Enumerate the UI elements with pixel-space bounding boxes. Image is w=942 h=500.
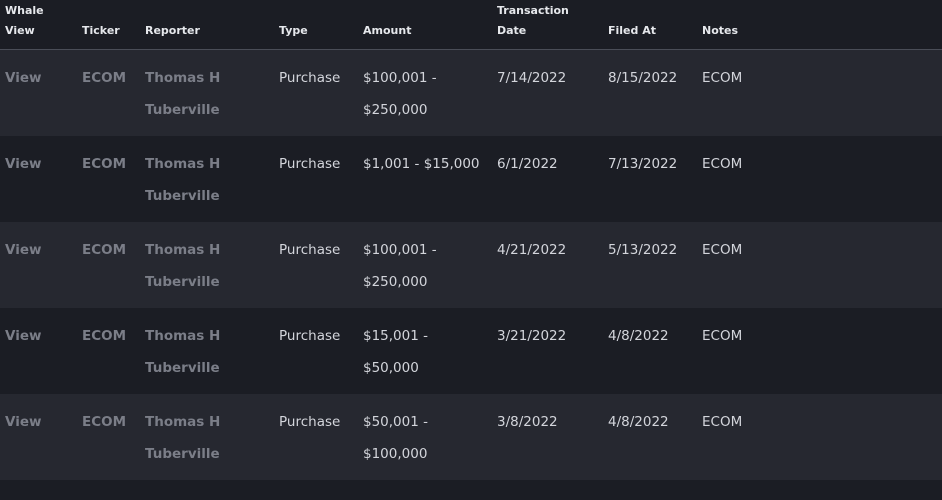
header-ticker[interactable]: Ticker: [82, 21, 120, 41]
transaction-date-cell: 3/21/2022: [497, 328, 567, 344]
transaction-date-cell: 7/14/2022: [497, 70, 567, 86]
table-row: View ECOM Thomas H Tuberville Purchase $…: [0, 50, 942, 136]
ticker-link[interactable]: ECOM: [82, 148, 126, 180]
header-whale-view[interactable]: Whale View: [5, 1, 65, 41]
type-cell: Purchase: [279, 242, 341, 258]
header-type[interactable]: Type: [279, 21, 308, 41]
ticker-link[interactable]: ECOM: [82, 320, 126, 352]
notes-cell: ECOM: [702, 414, 743, 430]
ticker-link[interactable]: ECOM: [82, 62, 126, 94]
table-row: View ECOM Thomas H Tuberville Purchase $…: [0, 308, 942, 394]
type-cell: Purchase: [279, 414, 341, 430]
amount-cell: $1,001 - $15,000: [363, 156, 480, 172]
header-notes[interactable]: Notes: [702, 21, 738, 41]
transaction-date-cell: 6/1/2022: [497, 156, 558, 172]
notes-cell: ECOM: [702, 156, 743, 172]
amount-cell: $100,001 - $250,000: [363, 242, 437, 290]
header-amount[interactable]: Amount: [363, 21, 411, 41]
type-cell: Purchase: [279, 156, 341, 172]
filed-at-cell: 8/15/2022: [608, 70, 678, 86]
notes-cell: ECOM: [702, 70, 743, 86]
reporter-link[interactable]: Thomas H Tuberville: [145, 406, 235, 470]
amount-cell: $15,001 - $50,000: [363, 328, 428, 376]
table-row: View ECOM Thomas H Tuberville Purchase $…: [0, 222, 942, 308]
ticker-link[interactable]: ECOM: [82, 406, 126, 438]
reporter-link[interactable]: Thomas H Tuberville: [145, 148, 235, 212]
header-transaction-date[interactable]: Transaction Date: [497, 1, 587, 41]
view-link[interactable]: View: [5, 148, 41, 180]
table-header: Whale View Ticker Reporter Type Amount T…: [0, 0, 942, 50]
amount-cell: $50,001 - $100,000: [363, 414, 428, 462]
view-link[interactable]: View: [5, 320, 41, 352]
table-row: View ECOM Thomas H Tuberville Purchase $…: [0, 136, 942, 222]
reporter-link[interactable]: Thomas H Tuberville: [145, 320, 235, 384]
reporter-link[interactable]: Thomas H Tuberville: [145, 62, 235, 126]
header-reporter[interactable]: Reporter: [145, 21, 200, 41]
view-link[interactable]: View: [5, 234, 41, 266]
filed-at-cell: 7/13/2022: [608, 156, 678, 172]
ticker-link[interactable]: ECOM: [82, 234, 126, 266]
notes-cell: ECOM: [702, 242, 743, 258]
view-link[interactable]: View: [5, 406, 41, 438]
view-link[interactable]: View: [5, 62, 41, 94]
transaction-date-cell: 3/8/2022: [497, 414, 558, 430]
amount-cell: $100,001 - $250,000: [363, 70, 437, 118]
filed-at-cell: 5/13/2022: [608, 242, 678, 258]
trades-table: Whale View Ticker Reporter Type Amount T…: [0, 0, 942, 500]
filed-at-cell: 4/8/2022: [608, 328, 669, 344]
header-filed-at[interactable]: Filed At: [608, 21, 656, 41]
type-cell: Purchase: [279, 328, 341, 344]
reporter-link[interactable]: Thomas H Tuberville: [145, 234, 235, 298]
filed-at-cell: 4/8/2022: [608, 414, 669, 430]
table-row: View ECOM Thomas H Tuberville Purchase $…: [0, 394, 942, 480]
type-cell: Purchase: [279, 70, 341, 86]
transaction-date-cell: 4/21/2022: [497, 242, 567, 258]
notes-cell: ECOM: [702, 328, 743, 344]
